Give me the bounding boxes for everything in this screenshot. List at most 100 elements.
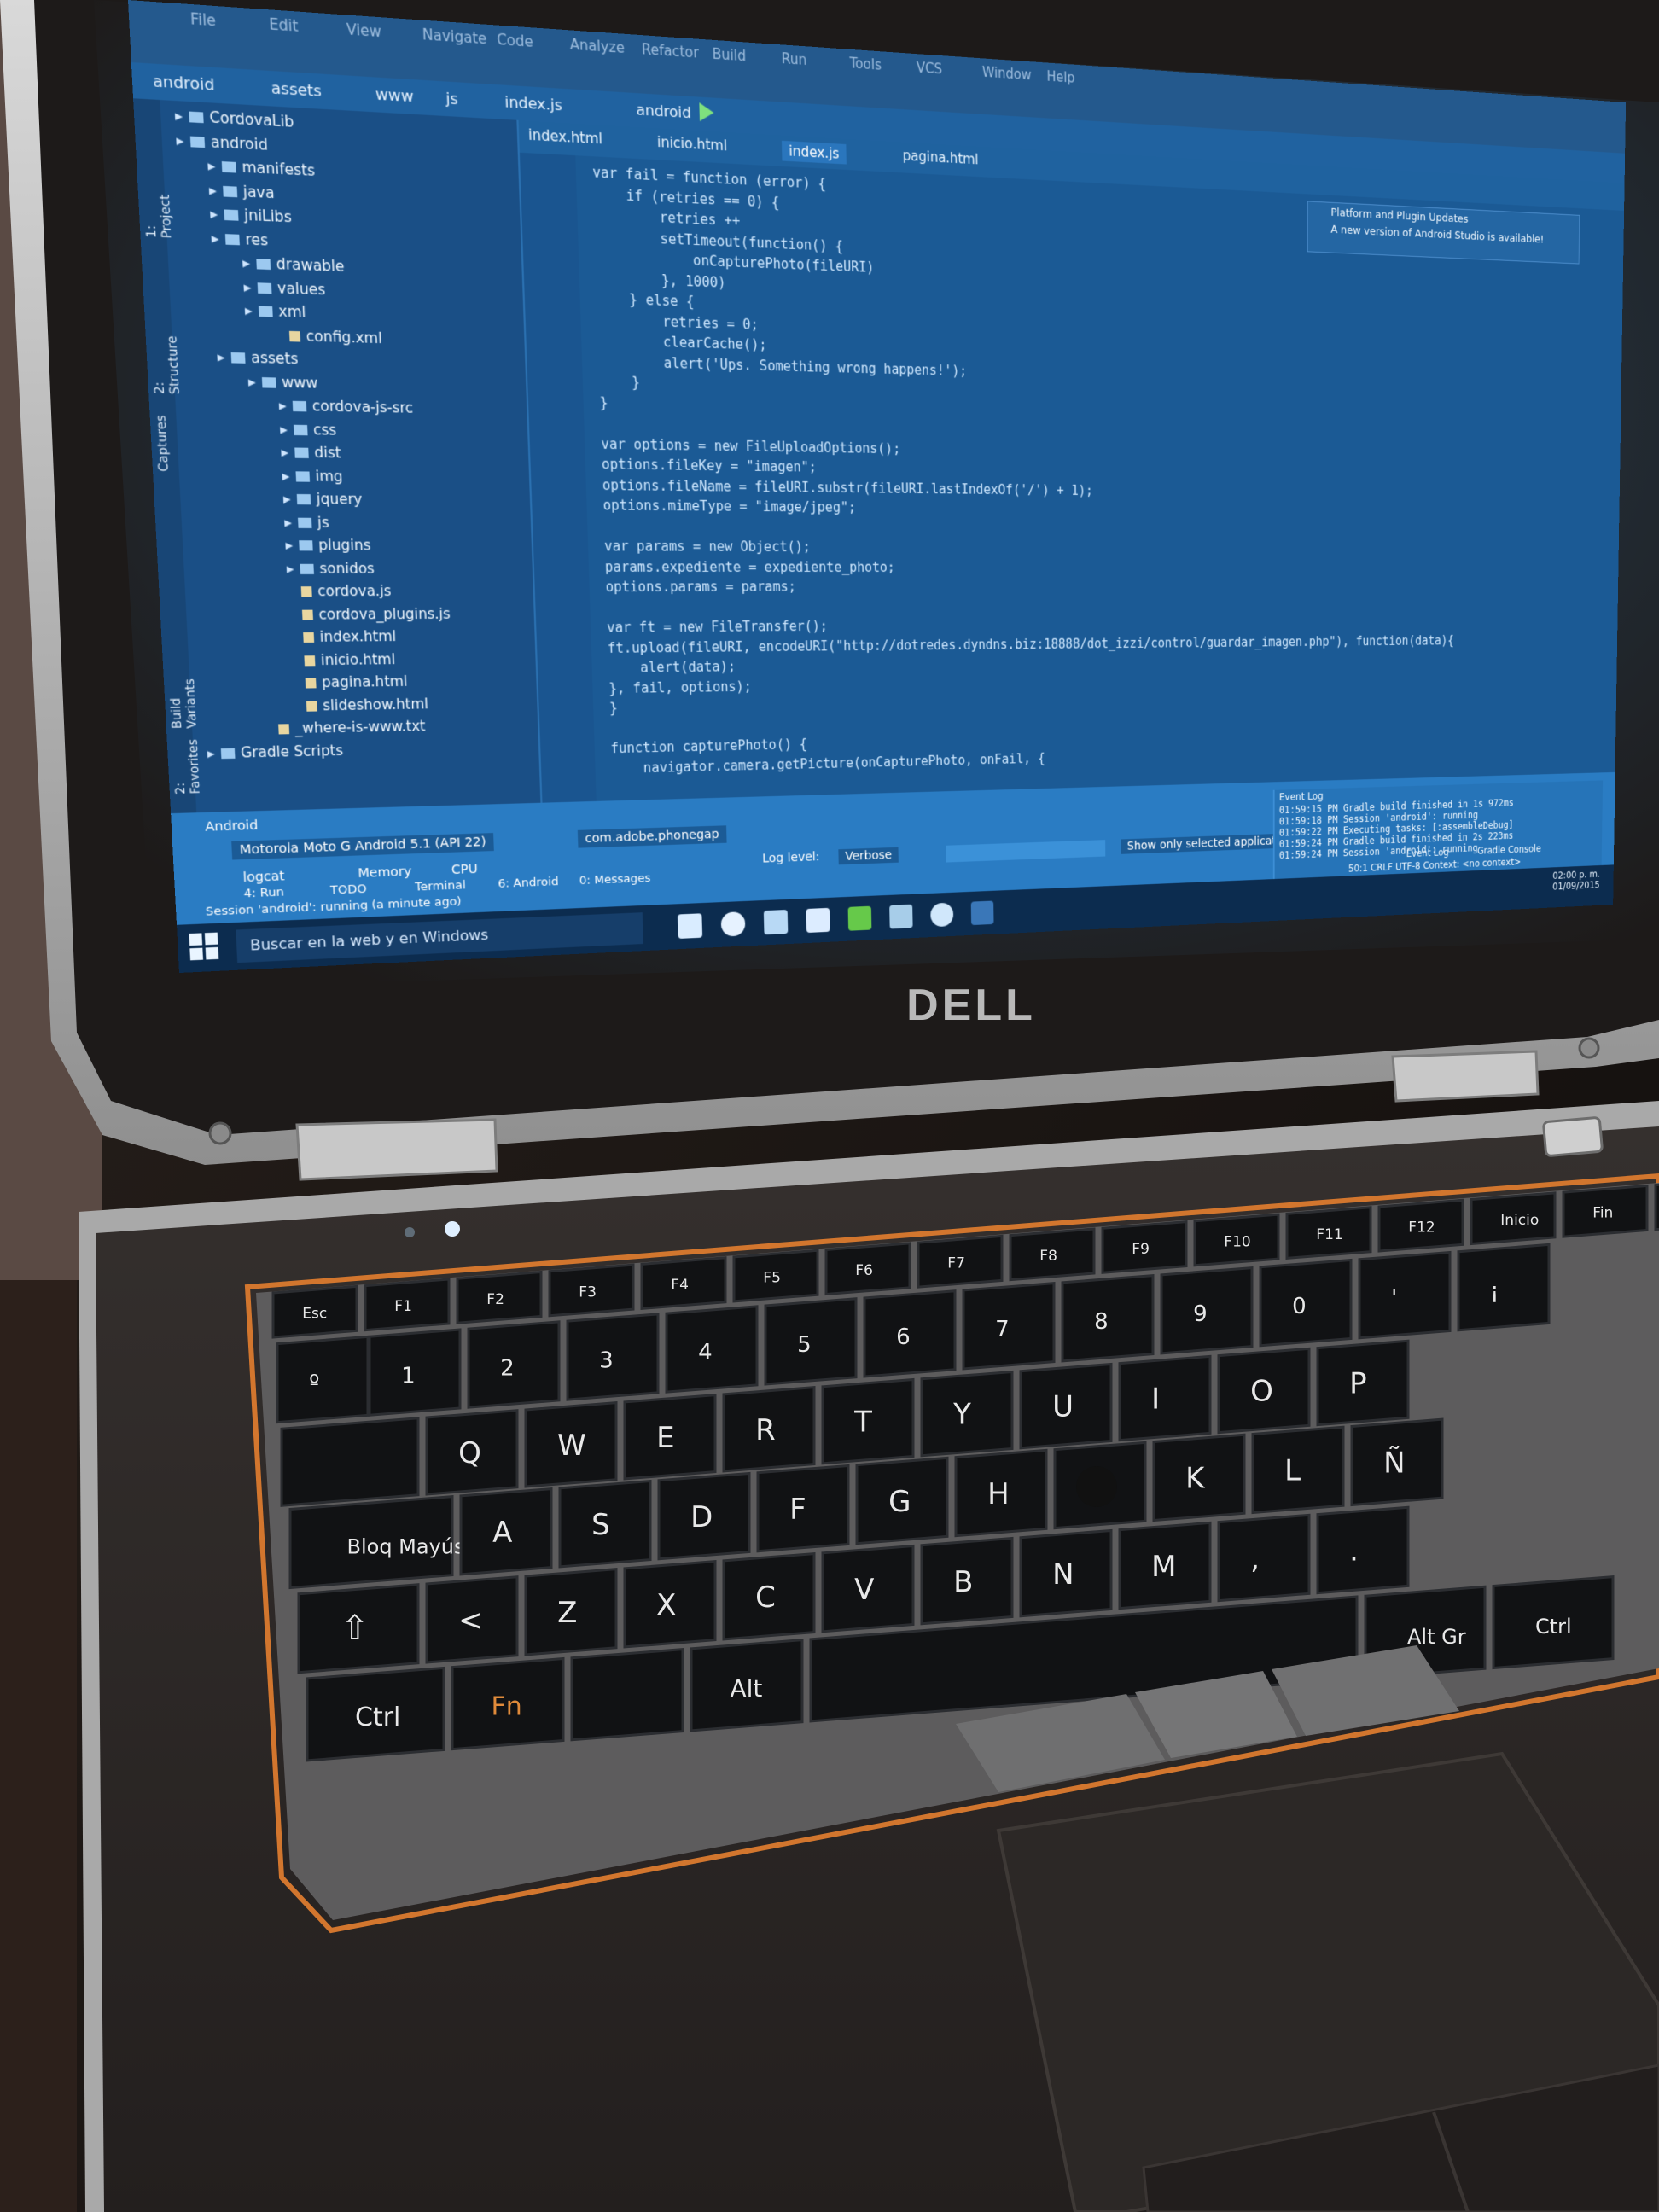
key-f[interactable]: F	[758, 1465, 848, 1551]
tree-expand-arrow-icon[interactable]: ▸	[210, 205, 225, 223]
menu-item-tools[interactable]: Tools	[849, 55, 882, 73]
bottom-tab[interactable]: TODO	[330, 882, 367, 898]
code-line[interactable]: options.params = params;	[605, 579, 796, 595]
key-tab[interactable]	[282, 1418, 418, 1505]
key-z-5[interactable]: B	[922, 1538, 1012, 1623]
code-line[interactable]: }	[599, 373, 640, 391]
tree-expand-arrow-icon[interactable]: ▸	[208, 181, 224, 199]
tree-expand-arrow-icon[interactable]: ▸	[244, 301, 259, 319]
key-ctrl-right[interactable]: Ctrl	[1493, 1577, 1613, 1668]
key-num-3[interactable]: 3	[568, 1314, 658, 1400]
key-e[interactable]: E	[625, 1395, 715, 1479]
log-search-input[interactable]	[946, 840, 1105, 862]
code-line[interactable]: } else {	[597, 290, 695, 310]
key-g[interactable]: G	[857, 1458, 947, 1543]
key-fn-9[interactable]: F9	[1103, 1222, 1186, 1273]
editor-tab[interactable]: inicio.html	[657, 134, 728, 154]
key-z-1[interactable]: Z	[526, 1569, 616, 1655]
tree-expand-arrow-icon[interactable]: ▸	[211, 229, 225, 247]
tab-cpu[interactable]: CPU	[451, 862, 478, 877]
key-num-6[interactable]: 6	[864, 1291, 955, 1377]
key-fn-7[interactable]: F7	[918, 1236, 1002, 1287]
key-fn-6[interactable]: F6	[826, 1243, 910, 1295]
tree-expand-arrow-icon[interactable]: ▸	[207, 744, 221, 761]
bottom-tab[interactable]: 4: Run	[243, 886, 284, 901]
bottom-tab[interactable]: Terminal	[415, 879, 466, 894]
tree-expand-arrow-icon[interactable]: ▸	[282, 467, 296, 484]
menu-item-code[interactable]: Code	[497, 31, 533, 50]
key-num-2[interactable]: 2	[469, 1322, 559, 1407]
tree-expand-arrow-icon[interactable]: ▸	[281, 444, 295, 461]
menu-item-window[interactable]: Window	[982, 64, 1032, 84]
event-log-tab[interactable]: Event Log	[1406, 847, 1449, 859]
tree-expand-arrow-icon[interactable]: ▸	[243, 278, 258, 296]
store-icon[interactable]	[806, 908, 830, 933]
key-z-3[interactable]: C	[724, 1554, 814, 1639]
key-d[interactable]: D	[659, 1474, 749, 1559]
code-line[interactable]: options.mimeType = "image/jpeg";	[602, 498, 856, 516]
key-fn-0[interactable]: Esc	[273, 1286, 357, 1337]
tree-item[interactable]: inicio.html	[290, 650, 395, 668]
tree-item[interactable]: ▸ js	[284, 514, 329, 531]
tree-item[interactable]: config.xml	[276, 326, 383, 346]
power-button[interactable]	[1543, 1117, 1602, 1156]
tree-item[interactable]: ▸ CordovaLib	[174, 107, 294, 131]
key-fn-14[interactable]: Fin	[1563, 1185, 1647, 1237]
key-u[interactable]: U	[1021, 1364, 1111, 1447]
key-shift-left[interactable]: ⇧	[299, 1585, 418, 1673]
key-caps-lock[interactable]: Bloq Mayús	[290, 1497, 465, 1588]
tree-item[interactable]: ▸ dist	[281, 444, 341, 462]
tree-item[interactable]: ▸ res	[211, 229, 269, 248]
bottom-tab[interactable]: 6: Android	[498, 876, 559, 891]
key-fn-3[interactable]: F3	[550, 1265, 633, 1316]
tree-expand-arrow-icon[interactable]: ▸	[278, 397, 293, 414]
taskbar-clock[interactable]: 02:00 p. m. 01/09/2015	[1552, 869, 1600, 893]
key-grave[interactable]: º	[277, 1336, 368, 1422]
tree-item[interactable]: ▸ android	[176, 131, 268, 153]
menu-item-file[interactable]: File	[190, 10, 217, 30]
log-level-select[interactable]: Verbose	[838, 847, 899, 865]
menu-item-navigate[interactable]: Navigate	[422, 26, 487, 47]
run-icon[interactable]	[699, 102, 713, 122]
tree-expand-arrow-icon[interactable]: ▸	[284, 514, 299, 531]
key-z-6[interactable]: N	[1021, 1530, 1111, 1615]
key-i[interactable]: I	[1120, 1356, 1210, 1440]
key-num-1[interactable]: 1	[370, 1330, 460, 1415]
process-select[interactable]: com.adobe.phonegap	[578, 825, 726, 847]
tree-expand-arrow-icon[interactable]: ▸	[217, 348, 231, 366]
key-fn-4[interactable]: F4	[642, 1258, 725, 1309]
tree-expand-arrow-icon[interactable]: ▸	[176, 131, 191, 149]
bottom-tab[interactable]: 0: Messages	[579, 872, 651, 888]
windows-start-icon[interactable]	[189, 933, 219, 962]
task-view-icon[interactable]	[678, 913, 702, 939]
filter-select[interactable]: Show only selected application	[1121, 833, 1297, 854]
tree-expand-arrow-icon[interactable]: ▸	[207, 157, 223, 176]
tree-item[interactable]: _where-is-www.txt	[265, 718, 426, 737]
tree-item[interactable]: cordova_plugins.js	[288, 605, 451, 622]
key-z-8[interactable]: ,	[1219, 1515, 1309, 1600]
key-fn-2[interactable]: F2	[457, 1272, 541, 1324]
key-fn-12[interactable]: F12	[1379, 1200, 1463, 1251]
tab-memory[interactable]: Memory	[358, 864, 411, 881]
key-q[interactable]: Q	[427, 1411, 517, 1494]
menu-item-vcs[interactable]: VCS	[917, 60, 942, 78]
tree-item[interactable]: ▸ sonidos	[286, 560, 375, 577]
tree-item[interactable]: ▸ drawable	[242, 254, 345, 276]
breadcrumb-android[interactable]: android	[152, 72, 215, 94]
android-studio-icon[interactable]	[848, 906, 872, 931]
menu-item-view[interactable]: View	[346, 20, 382, 40]
editor-tab[interactable]: pagina.html	[903, 148, 979, 168]
code-line[interactable]: alert(data);	[608, 659, 736, 677]
key-o[interactable]: O	[1219, 1348, 1309, 1432]
photos-icon[interactable]	[971, 901, 994, 926]
tree-item[interactable]: index.html	[289, 628, 396, 646]
key-h[interactable]: H	[956, 1450, 1046, 1535]
tree-item[interactable]: ▸ plugins	[285, 537, 371, 554]
key-w[interactable]: W	[526, 1403, 616, 1487]
gradle-console-tab[interactable]: Gradle Console	[1477, 843, 1541, 857]
tree-item[interactable]: slideshow.html	[293, 696, 428, 714]
breadcrumb-assets[interactable]: assets	[271, 79, 322, 100]
key-l[interactable]: L	[1253, 1427, 1343, 1512]
key-fn-15[interactable]: Insert	[1656, 1179, 1659, 1230]
key-z-7[interactable]: M	[1120, 1522, 1210, 1608]
